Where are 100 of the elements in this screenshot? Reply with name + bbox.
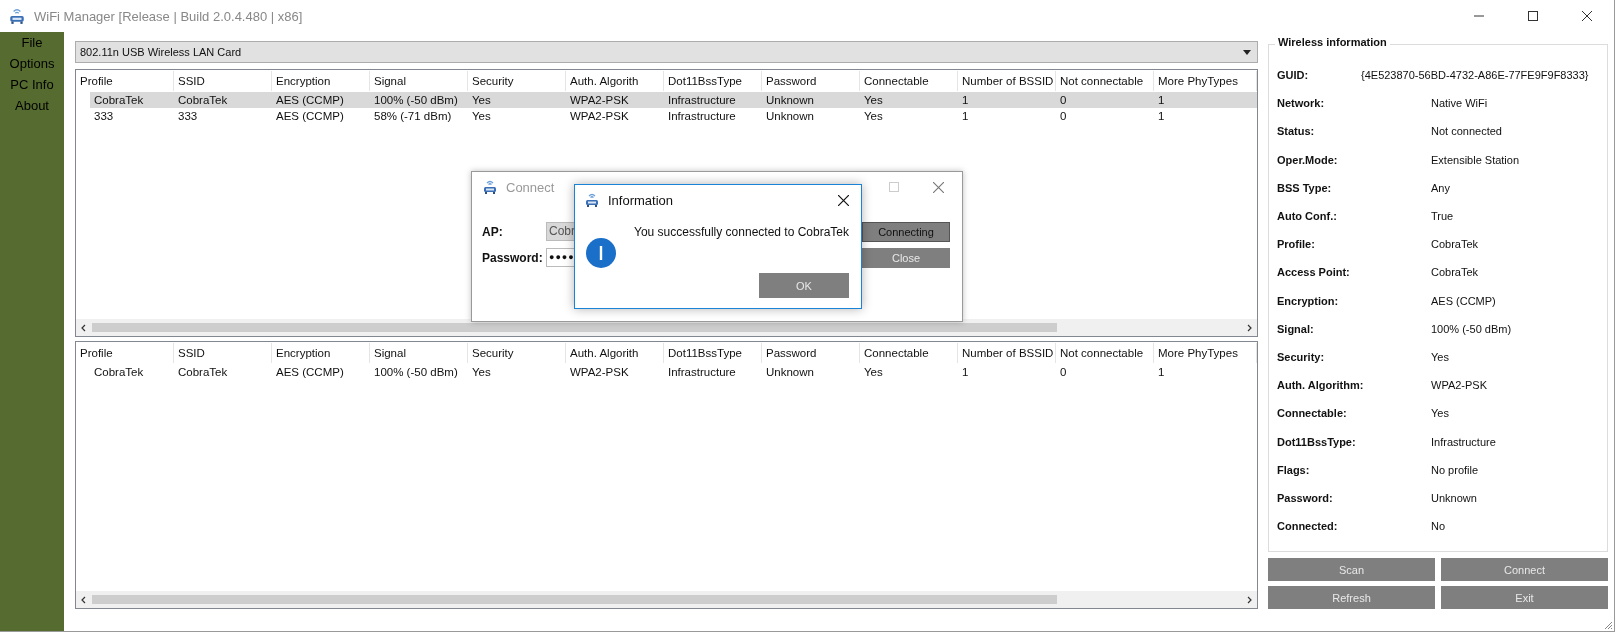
- column-header[interactable]: SSID: [174, 71, 272, 91]
- field-label: AP:: [482, 224, 504, 239]
- table-cell-text: 0: [1059, 109, 1068, 124]
- table-cell-text: 1: [961, 93, 970, 108]
- table-cell-text: AES (CCMP): [275, 365, 345, 380]
- field-label: Auth. Algorithm:: [1277, 379, 1365, 392]
- table-cell-text: Yes: [863, 93, 884, 108]
- field-value: {4E523870-56BD-4732-A86E-77FE9F9F8333}: [1361, 69, 1590, 82]
- table-cell-text: Yes: [471, 109, 492, 124]
- table-cell-text: Yes: [863, 365, 884, 380]
- table-cell-text: Unknown: [765, 109, 815, 124]
- column-header[interactable]: Not connectable: [1056, 343, 1154, 363]
- scroll-right-icon[interactable]: [1245, 595, 1253, 604]
- column-header[interactable]: Encryption: [272, 71, 370, 91]
- table-cell-text: 1: [1157, 109, 1166, 124]
- table-cell-text: AES (CCMP): [275, 93, 345, 108]
- table-cell-text: 0: [1059, 365, 1068, 380]
- sidebar-item[interactable]: PC Info: [10, 74, 54, 95]
- column-header[interactable]: Signal: [370, 71, 468, 91]
- field-value: No: [1431, 520, 1447, 533]
- column-header[interactable]: Number of BSSID: [958, 71, 1056, 91]
- field-value: 100% (-50 dBm): [1431, 322, 1513, 335]
- sidebar-item[interactable]: File: [21, 32, 43, 53]
- table-cell-text: 333: [177, 109, 199, 124]
- table-row[interactable]: CobraTek CobraTek AES (CCMP) 100% (-50 dBm) Yes WPA2-PSK Infrastructure Unknown Yes 1 0 1: [90, 364, 1257, 380]
- table-cell-text: Unknown: [765, 365, 815, 380]
- field-label: Oper.Mode:: [1277, 153, 1339, 166]
- resize-grip-icon[interactable]: [1603, 620, 1613, 630]
- column-header[interactable]: Password: [762, 343, 860, 363]
- field-value: Yes: [1431, 350, 1450, 363]
- column-header[interactable]: Auth. Algorith: [566, 71, 664, 91]
- column-header[interactable]: Encryption: [272, 343, 370, 363]
- table-cell-text: Infrastructure: [667, 365, 737, 380]
- dialog-title: Information: [608, 192, 674, 208]
- maximize-icon[interactable]: [1528, 11, 1538, 21]
- field-value: CobraTek: [1431, 266, 1480, 279]
- column-header[interactable]: Password: [762, 71, 860, 91]
- table-cell-text: CobraTek: [93, 365, 145, 380]
- field-label: Connected:: [1277, 520, 1339, 533]
- column-header[interactable]: Signal: [370, 343, 468, 363]
- field-value: AES (CCMP): [1431, 294, 1497, 307]
- column-header[interactable]: Connectable: [860, 71, 958, 91]
- scroll-right-icon[interactable]: [1245, 323, 1253, 332]
- column-header[interactable]: Number of BSSID: [958, 343, 1056, 363]
- table-row[interactable]: CobraTek CobraTek AES (CCMP) 100% (-50 dBm) Yes WPA2-PSK Infrastructure Unknown Yes 1 0 1: [90, 92, 1257, 108]
- field-label: Password:: [1277, 491, 1334, 504]
- table-cell-text: 100% (-50 dBm): [373, 365, 459, 380]
- field-label: Network:: [1277, 97, 1326, 110]
- field-value: Yes: [1431, 407, 1450, 420]
- table-row[interactable]: 333 333 AES (CCMP) 58% (-71 dBm) Yes WPA2-PSK Infrastructure Unknown Yes 1 0 1: [90, 108, 1257, 124]
- column-header[interactable]: SSID: [174, 343, 272, 363]
- column-header[interactable]: Dot11BssType: [664, 71, 762, 91]
- close-icon[interactable]: [1582, 11, 1592, 21]
- table-cell-text: CobraTek: [177, 93, 229, 108]
- router-icon: [8, 7, 26, 25]
- table-cell-text: 1: [961, 109, 970, 124]
- column-header[interactable]: Dot11BssType: [664, 343, 762, 363]
- sidebar-item[interactable]: Options: [9, 53, 55, 74]
- column-header[interactable]: Security: [468, 71, 566, 91]
- column-header[interactable]: Connectable: [860, 343, 958, 363]
- column-header[interactable]: Auth. Algorith: [566, 343, 664, 363]
- column-header[interactable]: Profile: [76, 71, 174, 91]
- horizontal-scrollbar[interactable]: [76, 591, 1257, 608]
- table-cell-text: 0: [1059, 93, 1068, 108]
- column-header[interactable]: Security: [468, 343, 566, 363]
- field-label: Signal:: [1277, 322, 1315, 335]
- field-value: Any: [1431, 181, 1451, 194]
- column-header[interactable]: More PhyTypes: [1154, 71, 1257, 91]
- table-cell-text: 1: [961, 365, 970, 380]
- scroll-left-icon[interactable]: [80, 595, 88, 604]
- field-value: Infrastructure: [1431, 435, 1497, 448]
- dialog-button[interactable]: Connecting: [862, 222, 950, 242]
- field-value: Extensible Station: [1431, 153, 1521, 166]
- close-icon[interactable]: [838, 194, 849, 206]
- field-label: Dot11BssType:: [1277, 435, 1357, 448]
- sidebar-item[interactable]: About: [15, 95, 49, 116]
- column-header[interactable]: Not connectable: [1056, 71, 1154, 91]
- table-cell-text: Infrastructure: [667, 109, 737, 124]
- column-header[interactable]: More PhyTypes: [1154, 343, 1257, 363]
- field-value: Unknown: [1431, 491, 1478, 504]
- adapter-dropdown[interactable]: 802.11n USB Wireless LAN Card: [75, 41, 1258, 63]
- table-cell-text: 333: [93, 109, 115, 124]
- horizontal-scrollbar[interactable]: [76, 319, 1257, 336]
- table-cell-text: 1: [1157, 93, 1166, 108]
- field-label: Auto Conf.:: [1277, 210, 1338, 223]
- scrollbar-thumb[interactable]: [92, 595, 1058, 604]
- field-label: Profile:: [1277, 238, 1316, 251]
- field-value: Not connected: [1431, 125, 1503, 138]
- field-label: Flags:: [1277, 463, 1311, 476]
- scroll-left-icon[interactable]: [80, 323, 88, 332]
- table-cell-text: 58% (-71 dBm): [373, 109, 453, 124]
- dropdown-arrow-icon: [1243, 49, 1251, 55]
- table-cell-text: CobraTek: [93, 93, 145, 108]
- field-label: Connectable:: [1277, 407, 1348, 420]
- column-header[interactable]: Profile: [76, 343, 174, 363]
- field-label: GUID:: [1277, 69, 1310, 82]
- table-cell-text: Unknown: [765, 93, 815, 108]
- scrollbar-thumb[interactable]: [92, 323, 1058, 332]
- field-label: Status:: [1277, 125, 1316, 138]
- table-cell-text: AES (CCMP): [275, 109, 345, 124]
